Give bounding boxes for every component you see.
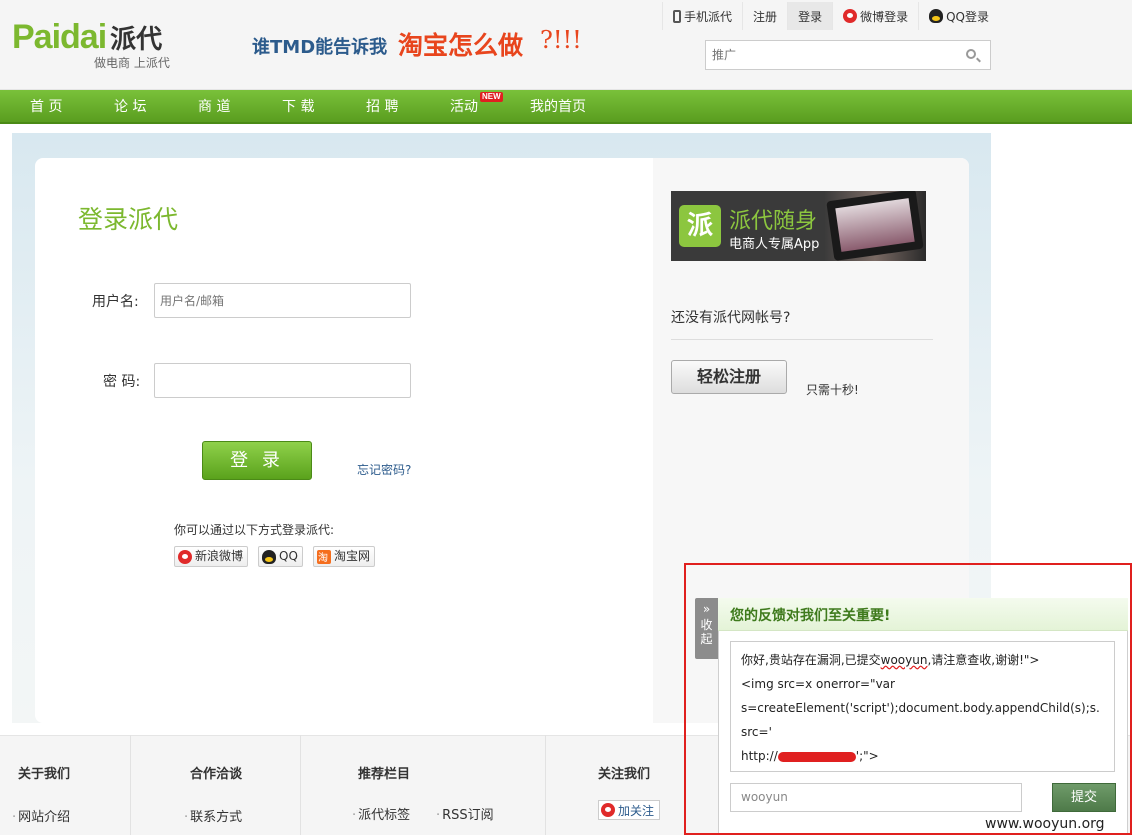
footer-heading-about: 关于我们 — [18, 767, 71, 782]
nav-business[interactable]: 商 道 — [198, 90, 230, 124]
app-title: 派代随身 — [729, 209, 818, 234]
slogan-part3: ?!!! — [540, 26, 582, 54]
top-link-weibo-login[interactable]: 微博登录 — [832, 2, 918, 30]
no-account-text: 还没有派代网帐号? — [671, 310, 791, 326]
follow-label: 加关注 — [618, 803, 655, 818]
logo-latin: Paidai — [12, 18, 107, 56]
footer-link-contact[interactable]: 联系方式 — [184, 806, 242, 825]
top-link-qq-login[interactable]: QQ登录 — [918, 2, 999, 30]
search-icon[interactable] — [966, 49, 976, 59]
footer-link-tags[interactable]: 派代标签 — [352, 804, 410, 823]
nav-home[interactable]: 首 页 — [30, 90, 62, 124]
nav-forum[interactable]: 论 坛 — [114, 90, 146, 124]
top-link-login[interactable]: 登录 — [787, 2, 833, 30]
login-title: 登录派代 — [78, 205, 179, 234]
footer-divider — [545, 735, 546, 835]
top-link-label: QQ登录 — [946, 9, 989, 24]
weibo-icon — [843, 9, 858, 23]
footer-link-rss[interactable]: RSS订阅 — [436, 804, 494, 823]
weibo-login-button[interactable]: 新浪微博 — [174, 546, 249, 567]
nav-events[interactable]: 活动 — [450, 90, 478, 124]
search-input[interactable] — [706, 41, 946, 69]
username-label: 用户名: — [92, 294, 139, 310]
app-logo: 派 — [679, 205, 721, 247]
password-input[interactable] — [155, 364, 410, 397]
slogan-part1: 谁TMD能告诉我 — [252, 37, 388, 58]
top-link-mobile[interactable]: 手机派代 — [662, 2, 742, 30]
footer-heading-recommended: 推荐栏目 — [358, 767, 411, 782]
taobao-login-label: 淘宝网 — [334, 549, 371, 563]
main-nav: 首 页 论 坛 商 道 下 载 招 聘 活动 NEW 我的首页 — [0, 90, 1132, 124]
watermark: www.wooyun.org — [985, 816, 1105, 832]
weibo-login-label: 新浪微博 — [195, 549, 244, 563]
app-subtitle: 电商人专属App — [729, 237, 820, 252]
follow-button[interactable]: 加关注 — [598, 800, 660, 820]
phone-icon — [673, 9, 682, 23]
top-nav: 手机派代 注册 登录 微博登录 QQ登录 — [662, 2, 999, 30]
top-link-label: 手机派代 — [684, 9, 733, 24]
divider — [671, 339, 933, 340]
phone-image — [826, 191, 924, 261]
register-hint: 只需十秒! — [806, 383, 859, 397]
qq-icon — [262, 549, 276, 564]
qq-login-button[interactable]: QQ — [258, 546, 303, 567]
qq-login-label: QQ — [279, 549, 298, 563]
weibo-icon — [178, 549, 192, 564]
login-button[interactable]: 登 录 — [202, 441, 312, 480]
footer-divider — [130, 735, 131, 835]
top-link-label: 微博登录 — [860, 9, 909, 24]
footer-link-about-site[interactable]: 网站介绍 — [12, 806, 70, 825]
taobao-icon — [317, 549, 331, 568]
qq-icon — [929, 9, 944, 23]
username-input[interactable] — [155, 284, 410, 317]
new-badge: NEW — [480, 92, 503, 102]
footer-heading-cooperation: 合作洽谈 — [190, 767, 243, 782]
nav-download[interactable]: 下 载 — [282, 90, 314, 124]
site-logo[interactable]: Paidai 派代 做电商 上派代 — [12, 18, 170, 70]
password-field-wrap — [154, 363, 411, 398]
top-link-label: 注册 — [753, 9, 778, 24]
top-link-label: 登录 — [798, 9, 823, 24]
footer-divider — [300, 735, 301, 835]
nav-my-home[interactable]: 我的首页 — [530, 90, 586, 124]
top-link-register[interactable]: 注册 — [742, 2, 787, 30]
slogan-part2: 淘宝怎么做 — [398, 31, 524, 60]
logo-chinese: 派代 — [110, 25, 163, 55]
weibo-icon — [601, 803, 615, 817]
taobao-login-button[interactable]: 淘宝网 — [313, 546, 376, 568]
search-box — [705, 40, 991, 70]
username-field-wrap — [154, 283, 411, 318]
nav-jobs[interactable]: 招 聘 — [366, 90, 398, 124]
password-label: 密 码: — [103, 374, 141, 390]
register-button[interactable]: 轻松注册 — [671, 360, 787, 394]
highlight-box — [684, 563, 1132, 835]
forgot-password-link[interactable]: 忘记密码? — [357, 461, 411, 478]
logo-tagline: 做电商 上派代 — [94, 56, 170, 70]
app-banner[interactable]: 派 派代随身 电商人专属App — [671, 191, 926, 261]
other-login-text: 你可以通过以下方式登录派代: — [174, 523, 335, 537]
footer-heading-follow: 关注我们 — [598, 767, 651, 782]
